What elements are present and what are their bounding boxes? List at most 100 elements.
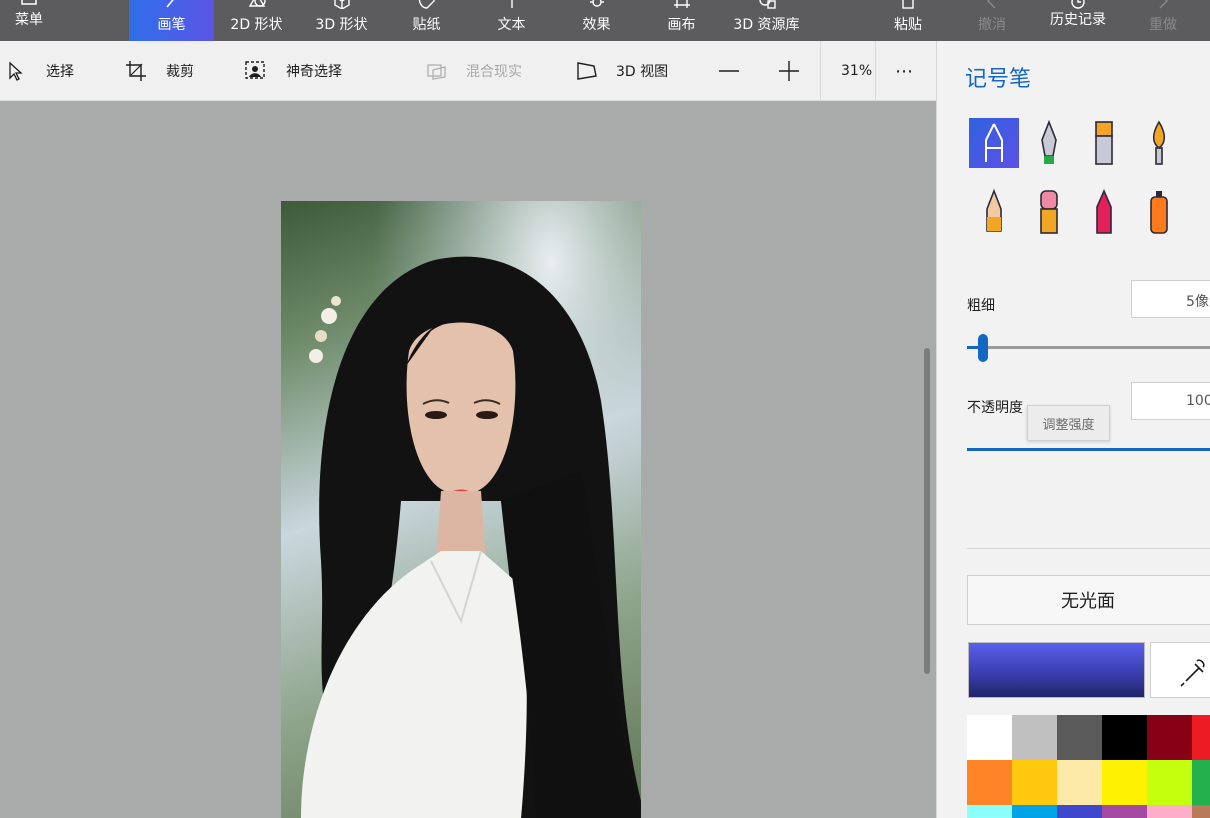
select-button[interactable]: 选择 — [8, 41, 74, 101]
finish-value: 无光面 — [1061, 591, 1115, 612]
eyedropper-button[interactable] — [1150, 642, 1210, 698]
menu-icon — [21, 0, 37, 5]
history-button[interactable]: 历史记录 — [1040, 0, 1116, 41]
more-button[interactable]: ⋯ — [895, 41, 913, 101]
magic-select-label: 神奇选择 — [286, 64, 342, 80]
color-swatch[interactable] — [1192, 715, 1210, 760]
color-swatch[interactable] — [1192, 760, 1210, 805]
tab-text[interactable]: 文本 — [469, 0, 554, 41]
pixel-pen-icon — [1189, 118, 1210, 168]
color-swatch[interactable] — [1057, 805, 1102, 818]
crop-icon — [126, 61, 146, 81]
minus-icon — [719, 70, 739, 72]
tab-effects[interactable]: 效果 — [554, 0, 639, 41]
opacity-slider[interactable] — [967, 448, 1210, 451]
3d-library-icon — [758, 0, 776, 9]
panel-title: 记号笔 — [965, 67, 1032, 92]
color-swatch[interactable] — [1102, 805, 1147, 818]
tab-brushes[interactable]: 画笔 — [129, 0, 214, 41]
tab-stickers[interactable]: 贴纸 — [384, 0, 469, 41]
brush-option[interactable] — [1024, 187, 1074, 237]
history-label: 历史记录 — [1050, 12, 1106, 28]
portrait-photo — [281, 201, 641, 818]
tab-canvas[interactable]: 画布 — [639, 0, 724, 41]
panel-divider — [967, 548, 1210, 549]
brush-option[interactable] — [1024, 118, 1074, 168]
thickness-input[interactable]: 5像素 — [1131, 280, 1210, 318]
3d-view-icon — [577, 62, 597, 80]
color-swatch[interactable] — [1102, 760, 1147, 805]
zoom-value: 31% — [841, 63, 873, 79]
marker-icon — [985, 123, 1003, 162]
mixed-reality-icon — [427, 64, 446, 80]
toolbar-divider — [875, 41, 876, 101]
color-swatch[interactable] — [1102, 715, 1147, 760]
tab-label: 效果 — [582, 17, 611, 33]
tab-label: 贴纸 — [412, 17, 441, 33]
color-swatch[interactable] — [967, 715, 1012, 760]
brush-icon — [165, 0, 174, 8]
crop-button[interactable]: 裁剪 — [124, 41, 194, 101]
vertical-scrollbar[interactable] — [924, 348, 930, 674]
zoom-out-button[interactable] — [718, 41, 754, 101]
brush-option[interactable] — [969, 118, 1019, 168]
redo-icon — [1159, 0, 1168, 9]
cursor-icon — [9, 61, 23, 81]
fill-icon — [1189, 187, 1210, 237]
color-swatch[interactable] — [1147, 805, 1192, 818]
paste-label: 粘贴 — [894, 17, 922, 33]
color-swatch[interactable] — [1012, 715, 1057, 760]
magic-select-button[interactable]: 神奇选择 — [244, 41, 342, 101]
tab-3d-shapes[interactable]: 3D 形状 — [299, 0, 384, 41]
sun-icon — [589, 0, 604, 7]
undo-button[interactable]: 撤消 — [957, 0, 1027, 41]
thickness-slider-track[interactable] — [967, 346, 1210, 349]
tab-label: 文本 — [497, 17, 526, 33]
opacity-input[interactable]: 100% — [1131, 382, 1210, 420]
canvas-area[interactable] — [0, 102, 936, 818]
color-swatch[interactable] — [967, 805, 1012, 818]
color-swatch[interactable] — [1057, 760, 1102, 805]
finish-dropdown[interactable]: 无光面 — [967, 575, 1210, 625]
color-swatch[interactable] — [1147, 715, 1192, 760]
brush-option[interactable] — [1079, 118, 1129, 168]
paste-button[interactable]: 粘贴 — [873, 0, 943, 41]
sticker-icon — [418, 0, 435, 9]
color-swatch[interactable] — [1057, 715, 1102, 760]
plus-icon — [779, 61, 799, 81]
tab-label: 2D 形状 — [230, 17, 283, 33]
undo-label: 撤消 — [978, 17, 1006, 33]
brush-option[interactable] — [1189, 118, 1210, 168]
color-swatch[interactable] — [1012, 760, 1057, 805]
menu-button[interactable]: 菜单 — [0, 0, 58, 41]
color-swatch[interactable] — [1012, 805, 1057, 818]
redo-button[interactable]: 重做 — [1128, 0, 1198, 41]
color-swatch[interactable] — [1192, 805, 1210, 818]
color-swatch[interactable] — [1147, 760, 1192, 805]
brush-option[interactable] — [1079, 187, 1129, 237]
tab-2d-shapes[interactable]: 2D 形状 — [214, 0, 299, 41]
zoom-level[interactable]: 31% — [841, 41, 872, 101]
2d-shapes-icon — [248, 0, 266, 7]
tab-3d-library[interactable]: 3D 资源库 — [724, 0, 809, 41]
3d-cube-icon — [333, 0, 350, 9]
zoom-in-button[interactable] — [778, 41, 814, 101]
3d-view-button[interactable]: 3D 视图 — [576, 41, 668, 101]
select-label: 选择 — [46, 64, 74, 80]
color-swatch[interactable] — [967, 760, 1012, 805]
brush-option[interactable] — [969, 187, 1019, 237]
tab-label: 画笔 — [157, 17, 186, 33]
text-cursor-icon — [510, 0, 513, 8]
thickness-slider-thumb[interactable] — [978, 334, 988, 362]
brush-option[interactable] — [1189, 187, 1210, 237]
redo-label: 重做 — [1149, 17, 1177, 33]
current-color-swatch[interactable] — [968, 642, 1145, 698]
ribbon: 菜单 画笔 2D 形状 3D 形状 贴纸 文本 效果 画布 3D 资源库 粘贴 … — [0, 0, 1210, 41]
pencil-icon — [986, 188, 1002, 232]
canvas-image[interactable] — [281, 201, 641, 818]
thickness-label: 粗细 — [967, 298, 995, 314]
brush-option[interactable] — [1134, 187, 1184, 237]
brush-option[interactable] — [1134, 118, 1184, 168]
eraser-icon — [1040, 190, 1058, 234]
mixed-reality-button[interactable]: 混合现实 — [426, 41, 522, 101]
